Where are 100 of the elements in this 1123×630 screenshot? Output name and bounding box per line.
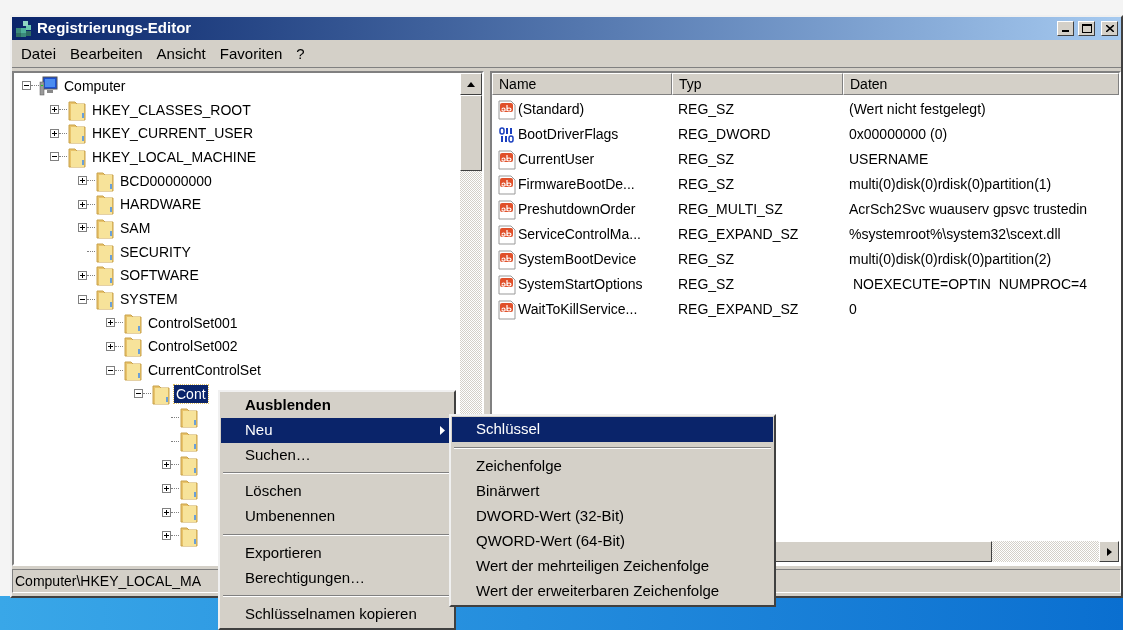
menu-bar-item[interactable]: Favoriten	[212, 42, 290, 65]
folder-icon	[95, 169, 115, 192]
menu-item[interactable]: Schlüsselnamen kopieren	[221, 602, 453, 627]
string-value-icon	[498, 99, 516, 120]
menu-item[interactable]: Löschen	[221, 479, 453, 504]
expand-icon[interactable]	[162, 460, 171, 470]
folder-icon	[67, 122, 87, 145]
menu-item[interactable]: Suchen…	[221, 442, 453, 468]
minimize-button[interactable]	[1057, 21, 1074, 36]
menu-bar-item[interactable]: Bearbeiten	[63, 42, 150, 65]
value-data: NOEXECUTE=OPTIN NUMPROC=4	[851, 275, 1089, 294]
value-name[interactable]: BootDriverFlags	[518, 124, 619, 145]
scroll-up-button[interactable]	[460, 73, 482, 95]
folder-icon	[123, 359, 143, 382]
folder-icon[interactable]	[179, 477, 199, 500]
menu-item[interactable]: QWORD-Wert (64-Bit)	[452, 529, 773, 554]
value-data: USERNAME	[848, 150, 930, 169]
scroll-right-button[interactable]	[1099, 541, 1119, 562]
folder-icon[interactable]	[179, 406, 199, 429]
tree-item[interactable]: CurrentControlSet	[146, 361, 263, 380]
value-name[interactable]: ServiceControlMa...	[518, 224, 641, 245]
expand-icon[interactable]	[106, 318, 115, 328]
column-header[interactable]: Daten	[843, 73, 1119, 95]
scrollbar-thumb[interactable]	[460, 95, 482, 171]
value-data: 0x00000000 (0)	[848, 125, 949, 144]
expand-icon[interactable]	[162, 531, 171, 541]
tree-item[interactable]: SOFTWARE	[118, 266, 201, 285]
expand-icon[interactable]	[162, 484, 171, 494]
value-name[interactable]: CurrentUser	[518, 149, 595, 170]
string-value-icon	[498, 249, 516, 270]
tree-item[interactable]: SAM	[118, 218, 153, 237]
maximize-button[interactable]	[1078, 21, 1095, 36]
tree-item[interactable]: ControlSet002	[146, 337, 240, 356]
tree-item[interactable]: BCD00000000	[118, 171, 214, 190]
column-header[interactable]: Name	[492, 73, 672, 95]
folder-icon[interactable]	[179, 501, 199, 524]
menu-item[interactable]: Schlüssel	[452, 417, 773, 442]
tree-item[interactable]: HKEY_CLASSES_ROOT	[90, 100, 253, 119]
tree-item[interactable]: Cont	[174, 384, 208, 403]
value-name[interactable]: (Standard)	[518, 99, 585, 120]
menu-item[interactable]: Binärwert	[452, 479, 773, 504]
menu-item[interactable]: Exportieren	[221, 540, 453, 566]
value-data: (Wert nicht festgelegt)	[848, 100, 987, 119]
value-type: REG_SZ	[677, 100, 735, 119]
menu-item[interactable]: Ausblenden	[221, 393, 453, 418]
folder-icon	[95, 193, 115, 216]
tree-item[interactable]: SYSTEM	[118, 290, 180, 309]
expand-icon[interactable]	[50, 105, 59, 115]
expand-icon[interactable]	[162, 507, 171, 517]
collapse-icon[interactable]	[22, 81, 31, 91]
menu-bar-item[interactable]: Ansicht	[149, 42, 213, 65]
tree-item[interactable]: ControlSet001	[146, 313, 240, 332]
close-icon	[1105, 25, 1114, 32]
value-data: AcrSch2Svc wuauserv gpsvc trustedin	[848, 200, 1089, 219]
menu-item[interactable]: Umbenennen	[221, 504, 453, 529]
value-name[interactable]: SystemBootDevice	[518, 249, 637, 270]
tree-item[interactable]: Computer	[62, 76, 128, 95]
close-button[interactable]	[1101, 21, 1118, 36]
right-arrow-icon	[1106, 547, 1112, 556]
folder-icon[interactable]	[179, 430, 199, 453]
menu-item[interactable]: DWORD-Wert (32-Bit)	[452, 504, 773, 529]
expand-icon[interactable]	[78, 270, 87, 280]
value-name[interactable]: WaitToKillService...	[518, 299, 638, 320]
window-title: Registrierungs-Editor	[37, 18, 193, 39]
value-data: multi(0)disk(0)rdisk(0)partition(2)	[848, 250, 1053, 269]
up-arrow-icon	[467, 81, 475, 87]
expand-icon[interactable]	[78, 223, 87, 233]
tree-item[interactable]: HKEY_CURRENT_USER	[90, 124, 256, 143]
value-type: REG_SZ	[677, 175, 735, 194]
column-header[interactable]: Typ	[672, 73, 843, 95]
value-name[interactable]: PreshutdownOrder	[518, 199, 636, 220]
expand-icon[interactable]	[106, 341, 115, 351]
maximize-icon	[1081, 24, 1092, 33]
minimize-icon	[1062, 30, 1069, 32]
expand-icon[interactable]	[78, 199, 87, 209]
registry-cubes-icon	[15, 19, 33, 38]
tree-item[interactable]: HARDWARE	[118, 195, 204, 214]
tree-item[interactable]: SECURITY	[118, 242, 193, 261]
string-value-icon	[498, 299, 516, 320]
value-type: REG_DWORD	[677, 125, 772, 144]
collapse-icon[interactable]	[50, 152, 59, 162]
tree-item[interactable]: HKEY_LOCAL_MACHINE	[90, 147, 259, 166]
folder-icon[interactable]	[179, 453, 199, 476]
collapse-icon[interactable]	[134, 389, 143, 399]
value-data: multi(0)disk(0)rdisk(0)partition(1)	[848, 175, 1053, 194]
collapse-icon[interactable]	[106, 365, 115, 375]
expand-icon[interactable]	[50, 128, 59, 138]
folder-icon	[95, 240, 115, 263]
menu-item[interactable]: Zeichenfolge	[452, 454, 773, 479]
menu-bar-item[interactable]: ?	[289, 42, 312, 65]
value-type: REG_SZ	[677, 150, 735, 169]
folder-icon	[95, 288, 115, 311]
value-name[interactable]: FirmwareBootDe...	[518, 174, 635, 195]
expand-icon[interactable]	[78, 176, 87, 186]
menu-bar-item[interactable]: Datei	[14, 42, 64, 65]
value-name[interactable]: SystemStartOptions	[518, 274, 643, 295]
collapse-icon[interactable]	[78, 294, 87, 304]
folder-icon[interactable]	[179, 524, 199, 547]
folder-icon	[95, 264, 115, 287]
value-type: REG_EXPAND_SZ	[677, 300, 800, 319]
